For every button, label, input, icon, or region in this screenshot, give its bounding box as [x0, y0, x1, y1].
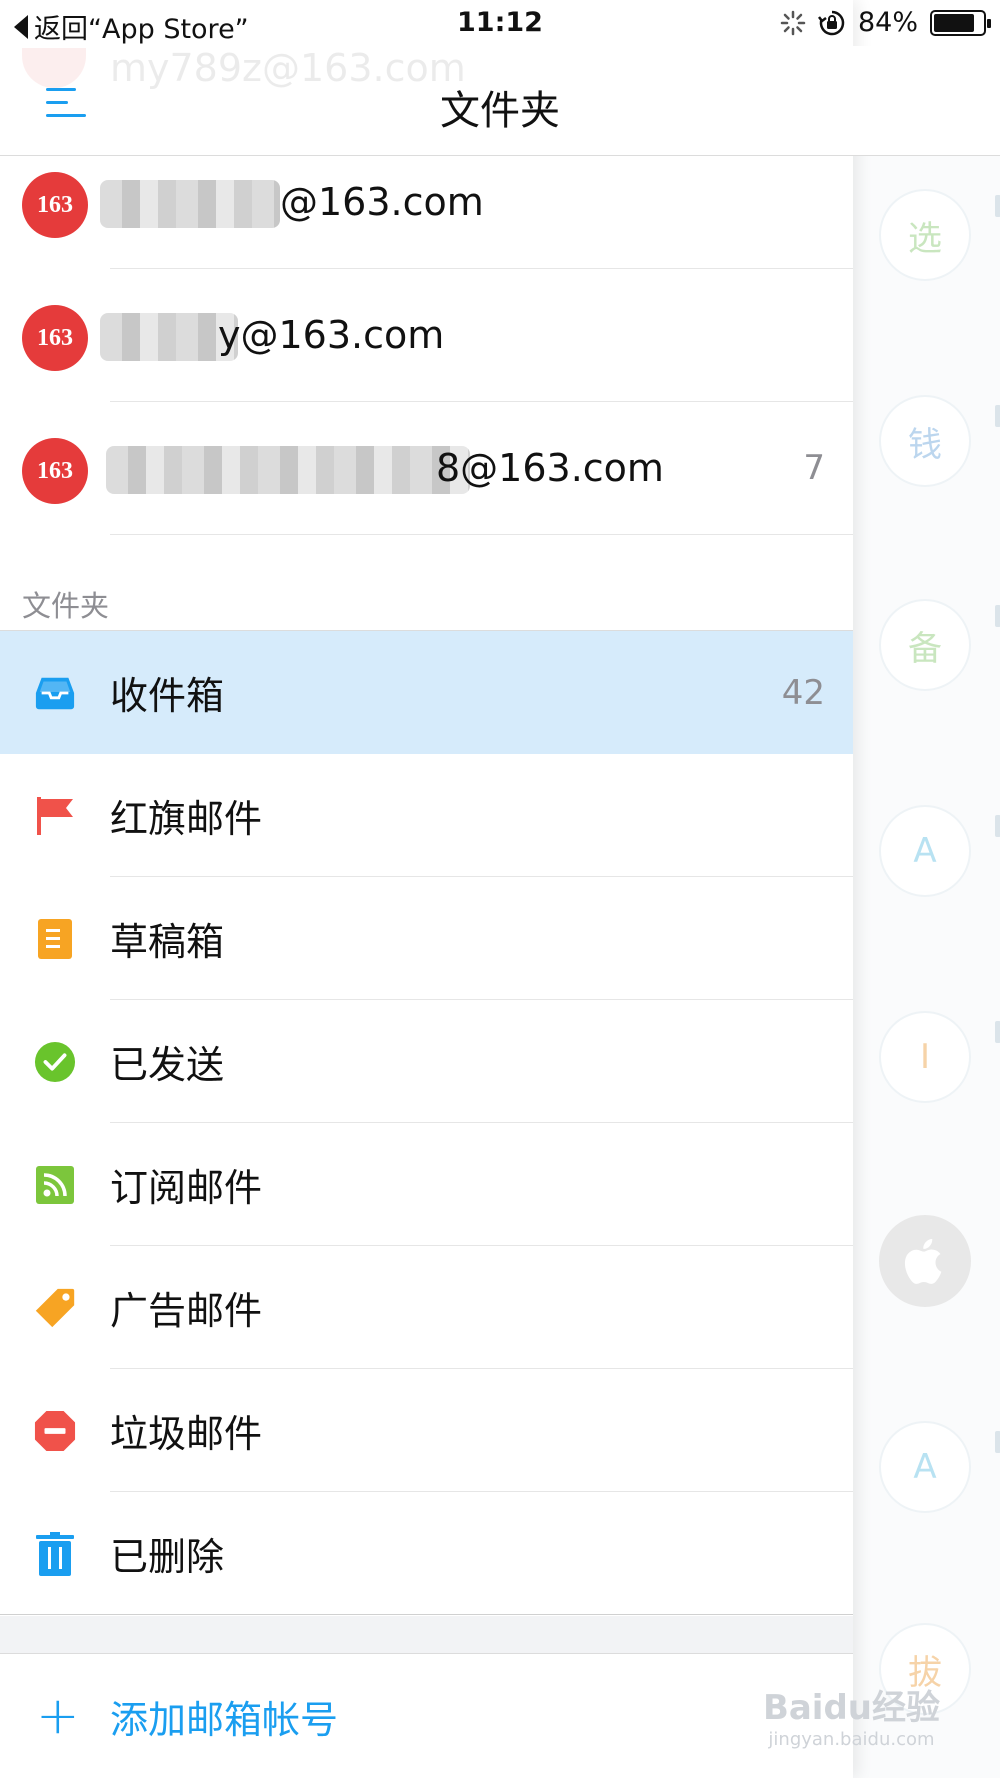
add-account-label: 添加邮箱帐号 [110, 1697, 339, 1742]
background-mail-list: 选 钱 备 A I A 拔 [853, 155, 1000, 1778]
inbox-icon [34, 672, 76, 714]
folder-label: 草稿箱 [110, 920, 225, 964]
account-email: y@163.com [218, 313, 445, 357]
preview-line [995, 405, 1000, 427]
netease-163-badge: 163 [22, 305, 88, 371]
sender-avatar[interactable]: 钱 [879, 395, 971, 487]
folder-label: 红旗邮件 [110, 797, 263, 841]
folder-trash[interactable]: 已删除 [0, 1492, 853, 1615]
check-circle-icon [34, 1041, 76, 1083]
folder-drafts[interactable]: 草稿箱 [0, 877, 853, 1000]
watermark-url: jingyan.baidu.com [768, 1729, 935, 1750]
add-account-button[interactable]: + 添加邮箱帐号 [0, 1654, 853, 1778]
sender-avatar[interactable]: 备 [879, 599, 971, 691]
folder-list: 收件箱 42 红旗邮件 草稿箱 已发送 订阅邮件 广告邮件 垃圾邮件 已删除 [0, 630, 853, 1615]
preview-line [995, 605, 1000, 627]
folder-label: 已发送 [110, 1043, 225, 1087]
battery-percent: 84% [857, 7, 918, 38]
sender-avatar[interactable]: I [879, 1011, 971, 1103]
preview-line [995, 195, 1000, 217]
section-label-folders: 文件夹 [22, 589, 110, 623]
account-email: @163.com [280, 180, 484, 224]
nav-bar: my789z@163.com 文件夹 [0, 46, 1000, 156]
account-row[interactable]: 163 y@163.com [0, 269, 853, 402]
folder-label: 收件箱 [110, 674, 225, 718]
status-icons: 84% [780, 7, 991, 38]
apple-icon [904, 1238, 942, 1284]
account-email: 8@163.com [436, 446, 664, 490]
apple-logo-icon[interactable] [879, 1215, 971, 1307]
section-gap [0, 1616, 853, 1654]
sender-avatar[interactable]: A [879, 805, 971, 897]
watermark-logo-text: Baidu经验 [762, 1688, 940, 1728]
account-row[interactable]: 163 8@163.com 7 [0, 402, 853, 535]
divider [110, 534, 853, 535]
preview-line [995, 1431, 1000, 1453]
page-title: 文件夹 [440, 88, 560, 134]
rotation-lock-icon [817, 10, 845, 35]
account-unread-count: 7 [803, 448, 825, 488]
battery-icon [930, 9, 991, 36]
tag-icon [34, 1287, 76, 1329]
activity-spinner-icon [780, 10, 806, 35]
redacted-email-blur [100, 180, 280, 228]
rss-icon [34, 1164, 76, 1206]
folder-subscriptions[interactable]: 订阅邮件 [0, 1123, 853, 1246]
preview-line [995, 1021, 1000, 1043]
folder-label: 订阅邮件 [110, 1166, 263, 1210]
folder-drawer: 163 @163.com 163 y@163.com 163 8@163.com… [0, 0, 853, 1778]
folder-sent[interactable]: 已发送 [0, 1000, 853, 1123]
baidu-watermark: Baidu经验 jingyan.baidu.com [763, 1680, 940, 1750]
divider [0, 1614, 853, 1615]
sender-avatar[interactable]: 选 [879, 189, 971, 281]
folder-unread-count: 42 [781, 672, 825, 713]
block-icon [34, 1410, 76, 1452]
folder-spam[interactable]: 垃圾邮件 [0, 1369, 853, 1492]
folder-flagged[interactable]: 红旗邮件 [0, 754, 853, 877]
folder-inbox[interactable]: 收件箱 42 [0, 631, 853, 754]
netease-163-badge: 163 [22, 438, 88, 504]
netease-163-badge: 163 [22, 172, 88, 238]
folder-label: 已删除 [110, 1535, 225, 1579]
trash-icon [34, 1531, 76, 1576]
flag-icon [34, 795, 76, 837]
folder-label: 广告邮件 [110, 1289, 263, 1333]
draft-icon [34, 918, 76, 960]
folder-label: 垃圾邮件 [110, 1412, 263, 1456]
sender-avatar[interactable]: A [879, 1421, 971, 1513]
plus-icon: + [36, 1686, 80, 1746]
status-bar: 返回“App Store” 11:12 84% [0, 0, 1000, 46]
preview-line [995, 815, 1000, 837]
redacted-email-blur [106, 446, 470, 494]
folder-ads[interactable]: 广告邮件 [0, 1246, 853, 1369]
